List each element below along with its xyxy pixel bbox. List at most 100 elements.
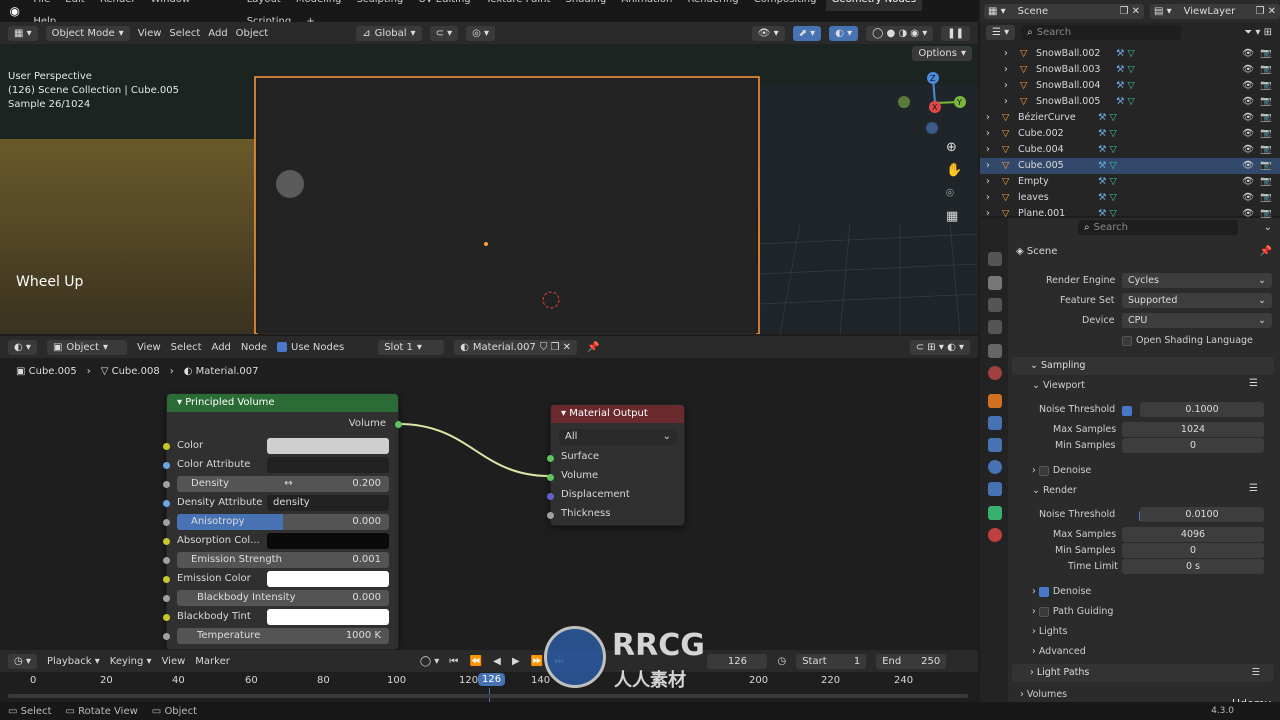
node-editor-type-button[interactable]: ◐ ▾ [8,339,37,355]
expand-arrow-icon[interactable]: › [986,126,990,142]
tab-sculpting[interactable]: Sculpting [351,0,410,11]
eye-icon[interactable]: 👁 [1242,62,1254,78]
render-noise-field[interactable]: 0.0100 [1140,507,1264,522]
expand-arrow-icon[interactable]: › [1004,46,1008,62]
menu-render[interactable]: Render [94,0,142,11]
expand-arrow-icon[interactable]: › [986,190,990,206]
blackbody-tint-swatch[interactable] [267,609,389,625]
node-overlay-buttons[interactable]: ⊂ ⊞ ▾ ◐ ▾ [909,339,970,355]
menu-edit[interactable]: Edit [59,0,90,11]
eye-icon[interactable]: 👁 [1242,174,1254,190]
camera-icon[interactable]: 📷 [1260,62,1272,78]
viewport-noise-checkbox[interactable] [1122,406,1132,416]
tab-shading[interactable]: Shading [560,0,613,11]
expand-arrow-icon[interactable]: › [1004,94,1008,110]
viewport-view-menu[interactable]: View [138,28,162,39]
render-max-field[interactable]: 4096 [1122,527,1264,542]
node-view-menu[interactable]: View [137,342,161,353]
expand-arrow-icon[interactable]: › [986,142,990,158]
light-paths-panel-header[interactable]: › Light Paths ☰ [1012,664,1274,682]
node-node-menu[interactable]: Node [241,342,267,353]
sampling-panel-header[interactable]: ⌄ Sampling [1012,357,1274,375]
camera-icon[interactable]: 📷 [1260,78,1272,94]
outliner-row[interactable]: › ▽ leaves ⚒ ▽ 👁 📷 [980,190,1280,206]
outliner-row[interactable]: › ▽ BézierCurve ⚒ ▽ 👁 📷 [980,110,1280,126]
camera-icon[interactable]: 📷 [1260,174,1272,190]
camera-icon[interactable]: 📷 [1260,142,1272,158]
viewport-subpanel-header[interactable]: ⌄ Viewport [1032,380,1085,391]
lights-subpanel[interactable]: › Lights [1032,626,1068,637]
principled-volume-node[interactable]: ▾ Principled Volume Volume Color Color A… [163,393,402,650]
outliner-row[interactable]: › ▽ SnowBall.003 ⚒ ▽ 👁 📷 [980,62,1280,78]
use-nodes-checkbox[interactable]: Use Nodes [277,341,344,353]
eye-icon[interactable]: 👁 [1242,158,1254,174]
navigation-gizmo[interactable]: Z Y X [898,68,968,138]
zoom-icon[interactable]: ⊕ [946,140,962,155]
surface-socket[interactable] [547,455,554,462]
particles-tab-icon[interactable] [988,438,1002,452]
render-tab-icon[interactable] [988,276,1002,290]
color-swatch[interactable] [267,438,389,454]
eye-icon[interactable]: 👁 [1242,78,1254,94]
socket[interactable] [163,481,170,488]
pause-render-button[interactable]: ❚❚ [941,25,970,41]
eye-icon[interactable]: 👁 [1242,142,1254,158]
viewport-add-menu[interactable]: Add [208,28,227,39]
orientation-dropdown[interactable]: ⊿ Global ▾ [356,25,422,41]
tab-rendering[interactable]: Rendering [682,0,745,11]
volume-input-socket[interactable] [547,474,554,481]
material-selector[interactable]: ◐ Material.007 ⛉ ❐ ✕ [454,339,578,355]
node-editor[interactable]: ▣ Cube.005 › ▽ Cube.008 › ◐ Material.007… [0,358,978,650]
output-target-dropdown[interactable]: All ⌄ [559,429,677,445]
playback-menu[interactable]: Playback ▾ [47,656,100,667]
expand-arrow-icon[interactable]: › [986,110,990,126]
outliner-row[interactable]: › ▽ Cube.004 ⚒ ▽ 👁 📷 [980,142,1280,158]
outliner-row[interactable]: › ▽ SnowBall.004 ⚒ ▽ 👁 📷 [980,78,1280,94]
pan-hand-icon[interactable]: ✋ [946,163,962,178]
density-attribute-field[interactable]: density [267,495,389,511]
pin-icon[interactable]: 📌 [1260,246,1272,257]
editor-type-button[interactable]: ▦ ▾ [8,25,38,41]
filter-icon[interactable]: ⏷ ▾ ⊞ [1244,27,1272,38]
world-tab-icon[interactable] [988,366,1002,380]
object-tab-icon[interactable] [988,394,1002,408]
temperature-field[interactable]: Temperature 1000 K [177,628,389,644]
camera-icon[interactable]: 📷 [1260,158,1272,174]
expand-arrow-icon[interactable]: › [986,158,990,174]
viewport-select-menu[interactable]: Select [169,28,200,39]
render-subpanel-header[interactable]: ⌄ Render [1032,485,1077,496]
displacement-socket[interactable] [547,493,554,500]
object-mode-dropdown[interactable]: Object Mode ▾ [45,25,130,41]
camera-icon[interactable]: 📷 [1260,190,1272,206]
camera-icon[interactable]: 📷 [1260,94,1272,110]
scene-tab-icon[interactable] [988,344,1002,358]
socket[interactable] [163,557,170,564]
grid-icon[interactable]: ▦ [946,209,962,224]
data-tab-icon[interactable] [988,506,1002,520]
expand-arrow-icon[interactable]: › [986,174,990,190]
render-min-field[interactable]: 0 [1122,543,1264,558]
proportional-button[interactable]: ◎ ▾ [466,25,496,41]
tab-layout[interactable]: Layout [241,0,287,11]
options-button[interactable]: Options ▾ [912,46,972,61]
timeline-ruler[interactable]: 0 20 40 60 80 100 120 126 140 200 220 24… [0,672,978,702]
node-add-menu[interactable]: Add [212,342,231,353]
end-frame-field[interactable]: End 250 [876,653,947,669]
socket[interactable] [163,576,170,583]
shader-type-dropdown[interactable]: ▣ Object ▾ [46,339,127,355]
list-icon[interactable]: ☰ [1249,483,1258,494]
socket[interactable] [163,614,170,621]
time-limit-field[interactable]: 0 s [1122,559,1264,574]
feature-set-dropdown[interactable]: Supported ⌄ [1122,293,1272,308]
timeline-marker-menu[interactable]: Marker [195,656,230,667]
eye-icon[interactable]: 👁 [1242,190,1254,206]
tab-uv-editing[interactable]: UV Editing [412,0,476,11]
socket[interactable] [163,519,170,526]
pin-icon[interactable]: 📌 [587,342,599,353]
render-engine-dropdown[interactable]: Cycles ⌄ [1122,273,1272,288]
material-output-node[interactable]: ▾ Material Output All ⌄ Surface Volume D… [547,404,685,526]
tool-tab-icon[interactable] [988,252,1002,266]
node-select-menu[interactable]: Select [171,342,202,353]
timeline-view-menu[interactable]: View [162,656,186,667]
tab-animation[interactable]: Animation [615,0,678,11]
